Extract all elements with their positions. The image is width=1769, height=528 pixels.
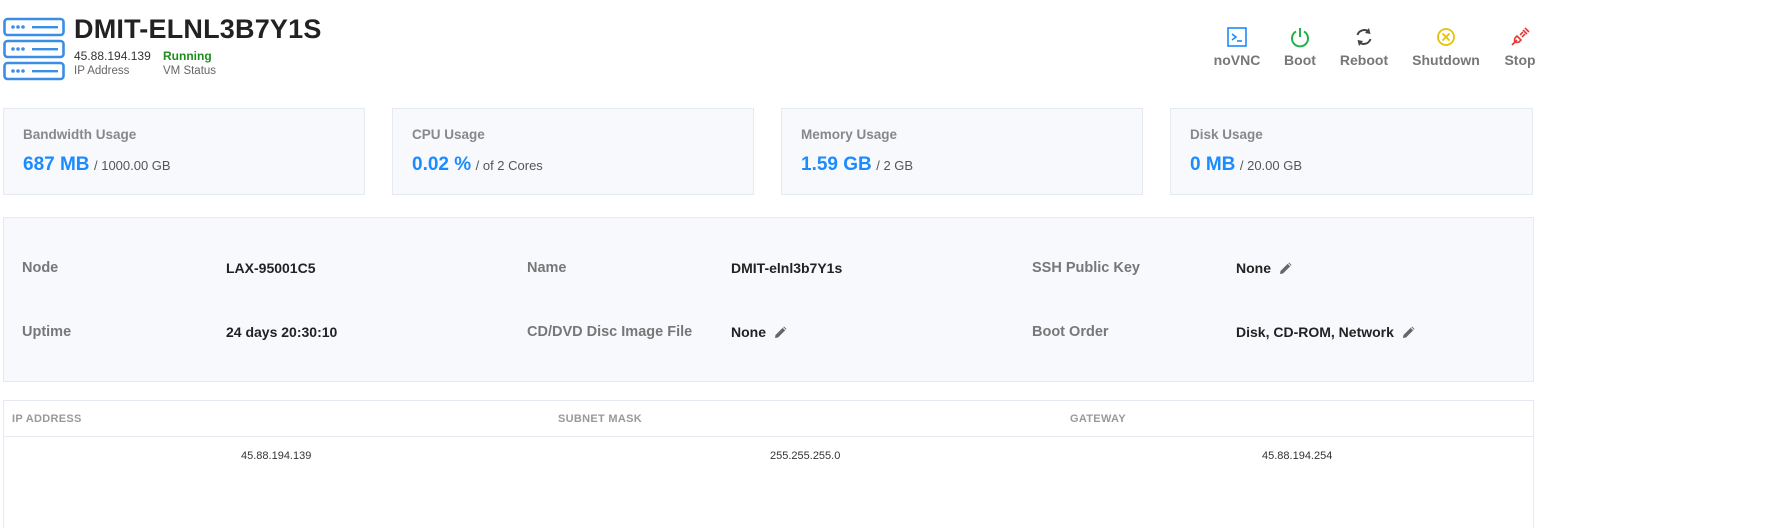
vm-status-label: VM Status xyxy=(163,65,217,77)
terminal-icon xyxy=(1227,27,1247,47)
column-header-gateway: GATEWAY xyxy=(1070,413,1126,425)
plug-icon xyxy=(1511,27,1530,46)
refresh-icon xyxy=(1356,28,1372,46)
name-label: Name xyxy=(527,260,567,276)
uptime-value-text: 24 days 20:30:10 xyxy=(226,324,338,340)
boot-button[interactable]: Boot xyxy=(1280,26,1320,68)
cell-subnet-mask: 255.255.255.0 xyxy=(770,450,841,462)
iso-label: CD/DVD Disc Image File xyxy=(527,324,693,340)
vm-header: DMIT-ELNL3B7Y1S 45.88.194.139 IP Address… xyxy=(0,0,1560,100)
iso-value: None xyxy=(731,324,788,340)
column-header-ip-address: IP ADDRESS xyxy=(12,413,82,425)
novnc-button[interactable]: noVNC xyxy=(1210,26,1264,68)
vm-title: DMIT-ELNL3B7Y1S xyxy=(74,14,322,44)
page-scroll-area xyxy=(1554,0,1769,528)
disk-usage-card: Disk Usage 0 MB / 20.00 GB xyxy=(1170,108,1533,195)
uptime-label: Uptime xyxy=(22,324,72,340)
ssh-key-label: SSH Public Key xyxy=(1032,260,1140,276)
cell-ip-address: 45.88.194.139 xyxy=(241,450,312,462)
memory-usage-card: Memory Usage 1.59 GB / 2 GB xyxy=(781,108,1143,195)
uptime-value: 24 days 20:30:10 xyxy=(226,324,337,340)
memory-usage-total: / 2 GB xyxy=(876,158,914,173)
disk-usage-value-row: 0 MB / 20.00 GB xyxy=(1190,154,1302,176)
ssh-key-value: None xyxy=(1236,260,1293,276)
memory-usage-value-row: 1.59 GB / 2 GB xyxy=(801,154,913,176)
novnc-label: noVNC xyxy=(1213,52,1261,68)
bandwidth-usage-value: 687 MB xyxy=(23,154,90,175)
boot-order-label: Boot Order xyxy=(1032,324,1109,340)
cpu-usage-title: CPU Usage xyxy=(412,127,485,142)
disk-usage-value: 0 MB xyxy=(1190,154,1236,175)
reboot-button[interactable]: Reboot xyxy=(1338,26,1390,68)
cancel-circle-icon xyxy=(1437,28,1455,46)
cpu-usage-value: 0.02 % xyxy=(412,154,472,175)
server-icon xyxy=(3,17,65,81)
cpu-usage-total: / of 2 Cores xyxy=(475,158,543,173)
vm-status-block: Running VM Status xyxy=(163,49,216,79)
reboot-label: Reboot xyxy=(1339,52,1389,68)
bandwidth-usage-card: Bandwidth Usage 687 MB / 1000.00 GB xyxy=(3,108,365,195)
bandwidth-usage-title: Bandwidth Usage xyxy=(23,127,137,142)
memory-usage-title: Memory Usage xyxy=(801,127,898,142)
edit-iso-pencil-icon[interactable] xyxy=(774,325,788,339)
cpu-usage-card: CPU Usage 0.02 % / of 2 Cores xyxy=(392,108,754,195)
vm-status-value: Running xyxy=(163,49,212,63)
name-value-text: DMIT-elnl3b7Y1s xyxy=(731,260,843,276)
node-value-text: LAX-95001C5 xyxy=(226,260,316,276)
boot-order-value: Disk, CD-ROM, Network xyxy=(1236,324,1416,340)
bandwidth-usage-total: / 1000.00 GB xyxy=(93,158,171,173)
disk-usage-total: / 20.00 GB xyxy=(1239,158,1303,173)
memory-usage-value: 1.59 GB xyxy=(801,154,872,175)
vm-details-panel: Node LAX-95001C5 Name DMIT-elnl3b7Y1s SS… xyxy=(3,217,1534,382)
column-header-subnet-mask: SUBNET MASK xyxy=(558,413,642,425)
stop-button[interactable]: Stop xyxy=(1500,26,1540,68)
power-actions: noVNC Boot Reboot Shutdown Stop xyxy=(1200,26,1545,72)
ip-address-value: 45.88.194.139 xyxy=(74,49,151,63)
edit-boot-order-pencil-icon[interactable] xyxy=(1402,325,1416,339)
shutdown-button[interactable]: Shutdown xyxy=(1411,26,1481,68)
cell-gateway: 45.88.194.254 xyxy=(1262,450,1333,462)
boot-order-value-text: Disk, CD-ROM, Network xyxy=(1236,324,1394,340)
ip-address-block: 45.88.194.139 IP Address xyxy=(74,49,151,79)
node-value: LAX-95001C5 xyxy=(226,260,316,276)
ip-address-table: IP ADDRESS SUBNET MASK GATEWAY 45.88.194… xyxy=(3,400,1534,528)
bandwidth-usage-value-row: 687 MB / 1000.00 GB xyxy=(23,154,171,176)
table-header-row: IP ADDRESS SUBNET MASK GATEWAY xyxy=(4,401,1533,437)
name-value: DMIT-elnl3b7Y1s xyxy=(731,260,842,276)
iso-value-text: None xyxy=(731,324,766,340)
cpu-usage-value-row: 0.02 % / of 2 Cores xyxy=(412,154,543,176)
stop-label: Stop xyxy=(1504,52,1536,68)
boot-label: Boot xyxy=(1284,52,1316,68)
power-icon xyxy=(1291,28,1309,48)
edit-ssh-key-pencil-icon[interactable] xyxy=(1279,261,1293,275)
ip-address-label: IP Address xyxy=(74,65,130,77)
node-label: Node xyxy=(22,260,59,276)
shutdown-label: Shutdown xyxy=(1412,52,1480,68)
disk-usage-title: Disk Usage xyxy=(1190,127,1263,142)
ssh-key-value-text: None xyxy=(1236,260,1271,276)
